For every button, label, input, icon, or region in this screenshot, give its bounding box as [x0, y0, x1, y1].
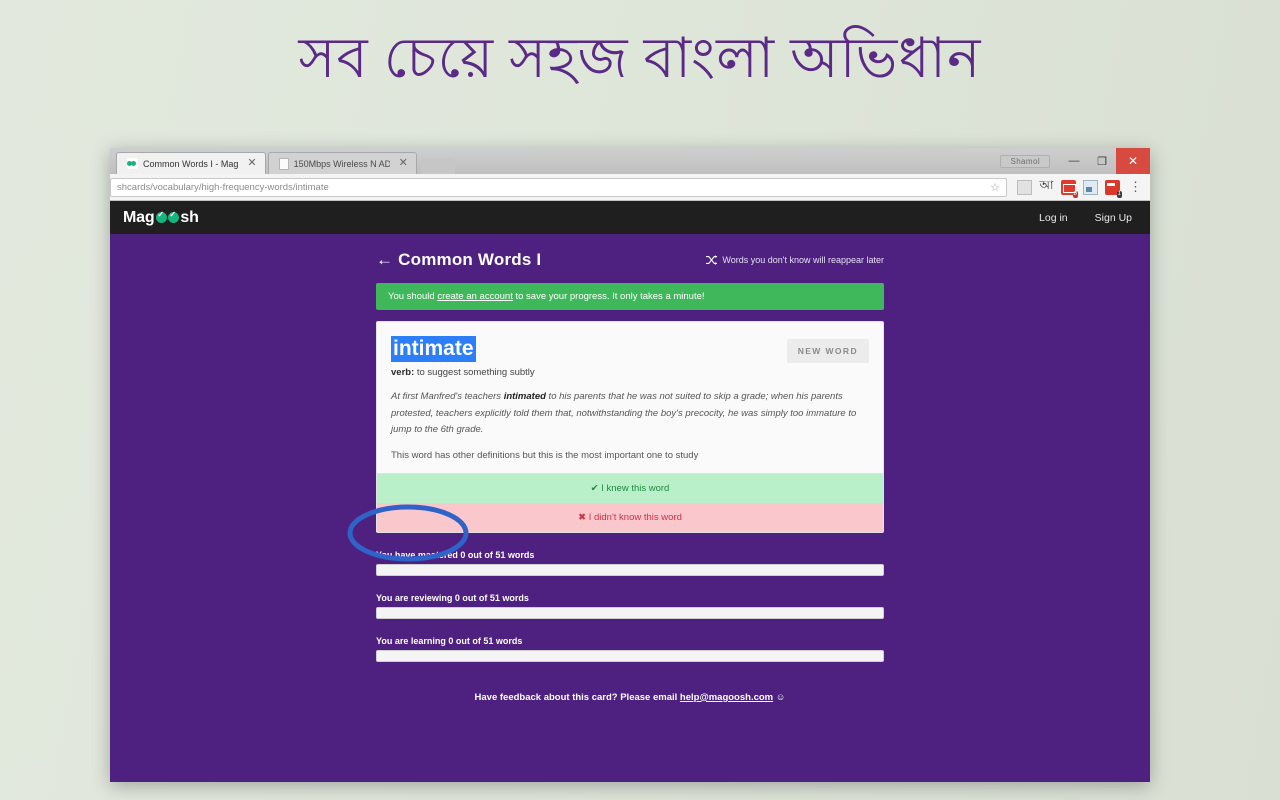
check-icon: ✔: [590, 482, 599, 494]
progress-reviewing: You are reviewing 0 out of 51 words: [376, 593, 884, 619]
alert-text-after: to save your progress. It only takes a m…: [512, 291, 705, 302]
create-account-link[interactable]: create an account: [437, 291, 513, 302]
magoosh-logo[interactable]: Mag sh: [123, 209, 199, 227]
promo-headline: সব চেয়ে সহজ বাংলা অভিধান: [298, 28, 982, 90]
didnt-label: I didn't know this word: [588, 511, 682, 523]
deck-title-label: Common Words I: [398, 250, 542, 269]
new-tab-button[interactable]: [420, 158, 455, 174]
flashcard-word[interactable]: intimate: [391, 336, 476, 363]
didnt-know-this-word-button[interactable]: ✖ I didn't know this word: [377, 502, 883, 532]
flashcard-body: intimate NEW WORD verb: to suggest somet…: [377, 322, 883, 473]
page-viewport: Mag sh Log in Sign Up ← Common Words I: [110, 201, 1150, 782]
page-favicon-icon: [278, 157, 289, 170]
signup-link[interactable]: Sign Up: [1095, 212, 1132, 224]
address-bar[interactable]: shcards/vocabulary/high-frequency-words/…: [110, 177, 1007, 197]
shuffle-icon: [706, 255, 718, 265]
flashcard-word-row: intimate NEW WORD: [391, 336, 869, 363]
browser-tab-2[interactable]: 150Mbps Wireless N AD ✕: [267, 152, 417, 174]
blank-extension-icon[interactable]: [1017, 179, 1032, 195]
close-icon[interactable]: ✕: [247, 158, 256, 169]
recorder-badge: 1: [1116, 190, 1122, 198]
site-navbar: Mag sh Log in Sign Up: [110, 201, 1150, 234]
logo-check-circles-icon: [155, 210, 179, 223]
alert-text-before: You should: [388, 291, 438, 302]
recorder-extension-icon[interactable]: 1: [1105, 179, 1122, 198]
address-bar-url: shcards/vocabulary/high-frequency-words/…: [117, 181, 329, 193]
chrome-menu-icon[interactable]: ⋮: [1127, 179, 1144, 195]
progress-mastered: You have mastered 0 out of 51 words: [376, 550, 884, 576]
close-icon[interactable]: ✕: [399, 158, 408, 169]
logo-prefix: Mag: [123, 208, 155, 226]
magoosh-favicon-icon: [127, 158, 138, 169]
progress-learning: You are learning 0 out of 51 words: [376, 636, 884, 662]
back-arrow-icon[interactable]: ←: [376, 250, 393, 269]
example-keyword: intimated: [503, 391, 546, 402]
tab-title: 150Mbps Wireless N AD: [293, 158, 390, 169]
flashcard-definition: verb: to suggest something subtly: [391, 367, 869, 378]
photo-extension-icon[interactable]: [1083, 179, 1098, 195]
progress-label: You have mastered 0 out of 51 words: [376, 549, 535, 560]
site-nav-links: Log in Sign Up: [1039, 212, 1132, 224]
browser-tab-1[interactable]: Common Words I - Mag ✕: [116, 152, 266, 174]
flashcard: intimate NEW WORD verb: to suggest somet…: [376, 321, 884, 533]
progress-label: You are reviewing 0 out of 51 words: [376, 592, 529, 603]
logo-suffix: sh: [180, 208, 199, 226]
feedback-line: Have feedback about this card? Please em…: [376, 692, 884, 703]
progress-bar: [376, 606, 884, 619]
tab-title: Common Words I - Mag: [143, 158, 239, 169]
part-of-speech: verb:: [391, 367, 415, 378]
new-word-button[interactable]: NEW WORD: [786, 339, 869, 363]
bookmark-star-icon[interactable]: ☆: [990, 181, 1000, 194]
mail-badge: 8: [1072, 190, 1078, 198]
support-email-link[interactable]: help@magoosh.com: [680, 692, 773, 703]
minimize-icon[interactable]: —: [1060, 148, 1088, 174]
progress-bar: [376, 563, 884, 576]
progress-bar: [376, 649, 884, 662]
khyio-extension-icon[interactable]: আ: [1039, 178, 1054, 195]
flashcard-note: This word has other definitions but this…: [391, 449, 699, 461]
knew-label: I knew this word: [601, 482, 670, 494]
smiley-icon: ☺: [775, 691, 786, 703]
login-link[interactable]: Log in: [1039, 212, 1068, 224]
maximize-icon[interactable]: ❐: [1088, 148, 1116, 174]
flashcard-page: ← Common Words I Words you don't know wi…: [376, 234, 884, 703]
flashcard-example: At first Manfred's teachers intimated to…: [391, 389, 869, 439]
deck-title[interactable]: ← Common Words I: [376, 250, 541, 270]
extension-bar: আ 8 1 ⋮: [1011, 178, 1144, 198]
window-controls: Shamol — ❐ ✕: [1000, 148, 1150, 174]
cross-icon: ✖: [578, 511, 587, 523]
knew-this-word-button[interactable]: ✔ I knew this word: [377, 472, 883, 503]
feedback-text: Have feedback about this card? Please em…: [474, 691, 680, 703]
profile-chip[interactable]: Shamol: [1000, 154, 1050, 168]
shuffle-hint: Words you don't know will reappear later: [706, 255, 884, 265]
deck-header: ← Common Words I Words you don't know wi…: [376, 250, 884, 270]
mail-extension-icon[interactable]: 8: [1061, 179, 1078, 198]
progress-label: You are learning 0 out of 51 words: [376, 635, 523, 646]
browser-window: Common Words I - Mag ✕ 150Mbps Wireless …: [110, 148, 1150, 782]
create-account-alert: You should create an account to save you…: [376, 283, 884, 310]
browser-toolbar: shcards/vocabulary/high-frequency-words/…: [110, 174, 1150, 201]
example-before: At first Manfred's teachers: [391, 391, 504, 402]
browser-tabstrip: Common Words I - Mag ✕ 150Mbps Wireless …: [110, 148, 1150, 174]
shuffle-hint-label: Words you don't know will reappear later: [722, 255, 884, 265]
definition-text: to suggest something subtly: [414, 367, 535, 378]
close-window-icon[interactable]: ✕: [1116, 148, 1150, 174]
